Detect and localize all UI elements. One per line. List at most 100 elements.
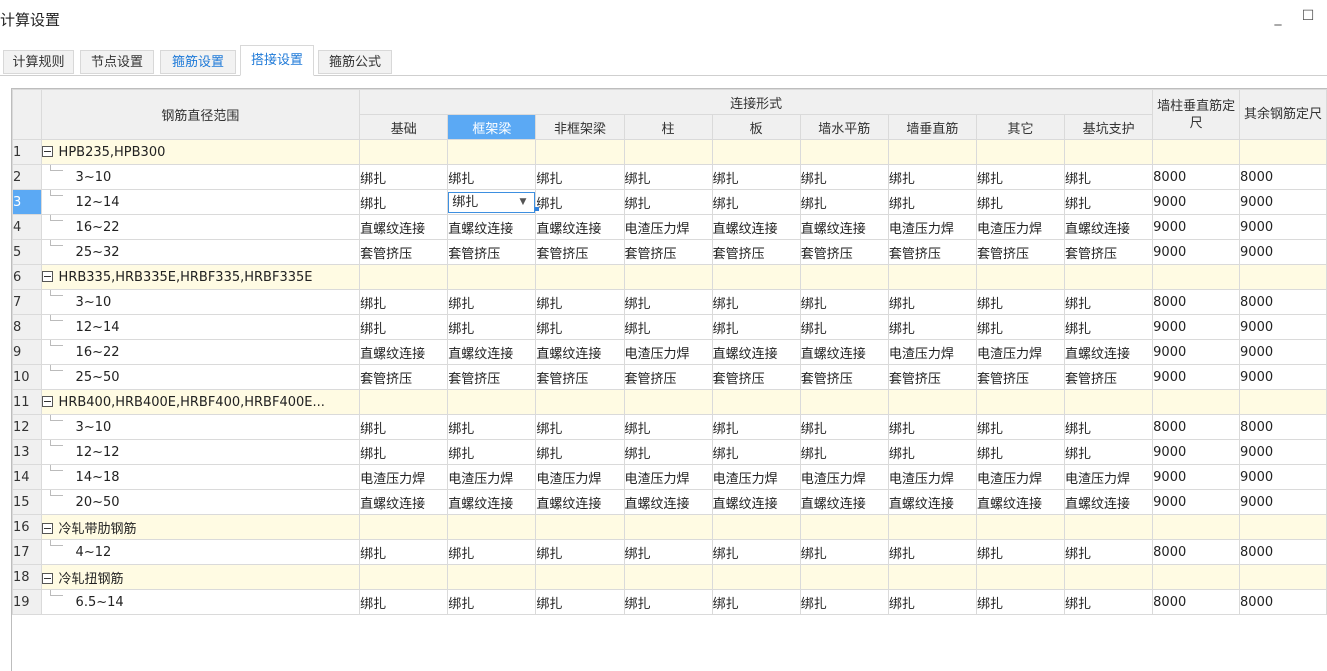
connection-cell[interactable]: 套管挤压 — [711, 239, 801, 265]
connection-cell[interactable]: 直螺纹连接 — [1064, 339, 1154, 365]
table-row[interactable]: 5 25~32 套管挤压 套管挤压 套管挤压 套管挤压 套管挤压 套管挤压 套管挤压 套管挤压 套管… — [12, 239, 1327, 265]
connection-cell[interactable]: 直螺纹连接 — [887, 489, 977, 515]
connection-cell[interactable]: 绑扎 — [1064, 314, 1154, 340]
connection-cell[interactable]: 电渣压力焊 — [447, 464, 537, 490]
connection-cell[interactable]: 绑扎 — [1064, 539, 1154, 565]
table-row[interactable]: 19 6.5~14 绑扎 绑扎 绑扎 绑扎 绑扎 绑扎 绑扎 绑扎 绑扎 8000 8000 — [12, 589, 1327, 615]
connection-cell[interactable]: 绑扎 — [623, 314, 713, 340]
connection-cell[interactable]: 绑扎 — [887, 189, 977, 215]
other-length-cell[interactable]: 9000 — [1239, 189, 1327, 215]
connection-cell[interactable]: 直螺纹连接 — [359, 339, 449, 365]
group-row[interactable]: 18 冷轧扭钢筋 — [12, 564, 1327, 590]
connection-cell[interactable]: 套管挤压 — [623, 239, 713, 265]
wall-length-cell[interactable]: 8000 — [1152, 414, 1241, 440]
connection-cell[interactable]: 套管挤压 — [711, 364, 801, 390]
other-length-cell[interactable]: 9000 — [1239, 339, 1327, 365]
tab-stirrup-settings[interactable]: 箍筋设置 — [160, 50, 236, 74]
table-row[interactable]: 15 20~50 直螺纹连接 直螺纹连接 直螺纹连接 直螺纹连接 直螺纹连接 直螺纹连接 直螺纹… — [12, 489, 1327, 515]
connection-cell[interactable]: 绑扎 — [711, 589, 801, 615]
tab-lap-settings[interactable]: 搭接设置 — [240, 45, 314, 76]
connection-cell[interactable]: 直螺纹连接 — [359, 214, 449, 240]
wall-length-cell[interactable]: 9000 — [1152, 464, 1241, 490]
table-row[interactable]: 13 12~12 绑扎 绑扎 绑扎 绑扎 绑扎 绑扎 绑扎 绑扎 绑扎 9000 9000 — [12, 439, 1327, 465]
connection-cell[interactable]: 电渣压力焊 — [623, 214, 713, 240]
connection-cell[interactable]: 电渣压力焊 — [887, 214, 977, 240]
connection-cell[interactable]: 绑扎 — [535, 539, 625, 565]
collapse-icon[interactable] — [42, 145, 53, 157]
connection-cell[interactable]: 套管挤压 — [975, 364, 1066, 390]
connection-cell[interactable]: 绑扎 — [447, 314, 537, 340]
connection-cell[interactable]: 绑扎 — [711, 164, 801, 190]
connection-cell[interactable]: 直螺纹连接 — [799, 339, 889, 365]
row-number[interactable]: 7 — [12, 289, 42, 315]
other-length-cell[interactable]: 8000 — [1239, 539, 1327, 565]
connection-cell[interactable]: 套管挤压 — [887, 364, 977, 390]
other-length-cell[interactable]: 9000 — [1239, 439, 1327, 465]
other-length-cell[interactable]: 9000 — [1239, 464, 1327, 490]
connection-cell[interactable]: 绑扎 — [975, 414, 1066, 440]
connection-cell[interactable]: 绑扎 — [535, 414, 625, 440]
table-row[interactable]: 12 3~10 绑扎 绑扎 绑扎 绑扎 绑扎 绑扎 绑扎 绑扎 绑扎 8000 8000 — [12, 414, 1327, 440]
connection-cell[interactable]: 绑扎 — [975, 439, 1066, 465]
group-row[interactable]: 11 HRB400,HRB400E,HRBF400,HRBF400E... — [12, 389, 1327, 415]
connection-cell[interactable]: 绑扎 — [887, 589, 977, 615]
connection-cell[interactable]: 套管挤压 — [887, 239, 977, 265]
connection-cell[interactable]: 直螺纹连接 — [359, 489, 449, 515]
connection-cell[interactable]: 绑扎 — [799, 289, 889, 315]
connection-cell[interactable]: 套管挤压 — [535, 364, 625, 390]
connection-cell[interactable]: 电渣压力焊 — [623, 464, 713, 490]
wall-length-cell[interactable]: 9000 — [1152, 489, 1241, 515]
wall-length-cell[interactable]: 9000 — [1152, 189, 1241, 215]
connection-cell-editing[interactable]: 绑扎 ▼ — [447, 189, 537, 215]
wall-length-cell[interactable]: 9000 — [1152, 439, 1241, 465]
connection-cell[interactable]: 直螺纹连接 — [447, 339, 537, 365]
connection-cell[interactable]: 绑扎 — [711, 189, 801, 215]
other-length-cell[interactable]: 8000 — [1239, 289, 1327, 315]
connection-cell[interactable]: 直螺纹连接 — [535, 339, 625, 365]
connection-cell[interactable]: 直螺纹连接 — [711, 214, 801, 240]
connection-cell[interactable]: 绑扎 — [623, 289, 713, 315]
connection-cell[interactable]: 绑扎 — [887, 164, 977, 190]
connection-cell[interactable]: 绑扎 — [1064, 439, 1154, 465]
connection-cell[interactable]: 绑扎 — [799, 189, 889, 215]
other-length-cell[interactable]: 8000 — [1239, 164, 1327, 190]
connection-cell[interactable]: 绑扎 — [359, 439, 449, 465]
row-number[interactable]: 11 — [12, 389, 42, 415]
connection-cell[interactable]: 绑扎 — [359, 189, 449, 215]
row-number[interactable]: 1 — [12, 139, 42, 165]
connection-cell[interactable]: 绑扎 — [711, 539, 801, 565]
connection-cell[interactable]: 绑扎 — [1064, 414, 1154, 440]
connection-cell[interactable]: 绑扎 — [535, 189, 625, 215]
row-number[interactable]: 12 — [12, 414, 42, 440]
connection-cell[interactable]: 绑扎 — [711, 314, 801, 340]
connection-cell[interactable]: 绑扎 — [711, 414, 801, 440]
group-row[interactable]: 1 HPB235,HPB300 — [12, 139, 1327, 165]
wall-length-cell[interactable]: 9000 — [1152, 364, 1241, 390]
connection-cell[interactable]: 套管挤压 — [359, 364, 449, 390]
other-length-cell[interactable]: 9000 — [1239, 214, 1327, 240]
connection-cell[interactable]: 绑扎 — [535, 439, 625, 465]
table-row[interactable]: 4 16~22 直螺纹连接 直螺纹连接 直螺纹连接 电渣压力焊 直螺纹连接 直螺纹连接 电渣压力… — [12, 214, 1327, 240]
connection-cell[interactable]: 绑扎 — [623, 539, 713, 565]
connection-cell[interactable]: 直螺纹连接 — [623, 489, 713, 515]
connection-cell[interactable]: 绑扎 — [447, 539, 537, 565]
connection-cell[interactable]: 绑扎 — [975, 539, 1066, 565]
connection-cell[interactable]: 绑扎 — [1064, 289, 1154, 315]
connection-cell[interactable]: 套管挤压 — [1064, 239, 1154, 265]
connection-cell[interactable]: 直螺纹连接 — [535, 214, 625, 240]
connection-cell[interactable]: 绑扎 — [799, 314, 889, 340]
row-number[interactable]: 9 — [12, 339, 42, 365]
connection-cell[interactable]: 直螺纹连接 — [975, 489, 1066, 515]
connection-cell[interactable]: 直螺纹连接 — [447, 489, 537, 515]
collapse-icon[interactable] — [42, 522, 53, 534]
connection-cell[interactable]: 绑扎 — [623, 414, 713, 440]
connection-cell[interactable]: 绑扎 — [447, 164, 537, 190]
connection-cell[interactable]: 绑扎 — [359, 289, 449, 315]
connection-cell[interactable]: 绑扎 — [447, 439, 537, 465]
connection-cell[interactable]: 绑扎 — [535, 164, 625, 190]
connection-cell[interactable]: 绑扎 — [799, 414, 889, 440]
connection-cell[interactable]: 绑扎 — [1064, 589, 1154, 615]
connection-cell[interactable]: 电渣压力焊 — [799, 464, 889, 490]
connection-cell[interactable]: 绑扎 — [887, 314, 977, 340]
minimize-button[interactable]: _ — [1268, 8, 1288, 28]
